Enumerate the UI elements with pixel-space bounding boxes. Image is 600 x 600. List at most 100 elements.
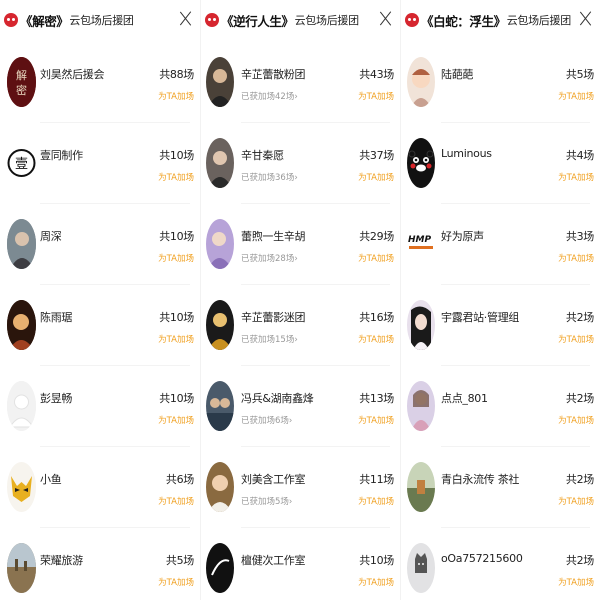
avatar[interactable] <box>7 300 36 350</box>
add-session-button[interactable]: 为TA加场 <box>158 414 194 426</box>
close-icon[interactable] <box>378 10 392 26</box>
avatar[interactable] <box>7 381 36 431</box>
panel-title: 《逆行人生》 <box>221 13 294 29</box>
add-session-button[interactable]: 为TA加场 <box>158 333 194 345</box>
add-session-button[interactable]: 为TA加场 <box>558 495 594 507</box>
panel-header: 《解密》 云包场后援团 <box>0 0 200 40</box>
list-item[interactable]: 檀健次工作室 共10场 为TA加场 <box>201 528 400 600</box>
supporter-name: 小鱼 <box>40 473 62 486</box>
group-photo-icon <box>206 381 234 431</box>
list-item[interactable]: 陆葩葩 共5场 为TA加场 <box>401 42 600 123</box>
add-session-button[interactable]: 为TA加场 <box>558 90 594 102</box>
avatar[interactable]: 壹 <box>7 138 36 188</box>
avatar[interactable] <box>407 300 435 350</box>
list-item[interactable]: 冯兵&湖南鑫烽 已获加场6场› 共13场 为TA加场 <box>201 366 400 447</box>
add-session-button[interactable]: 为TA加场 <box>358 171 394 183</box>
supporter-list: 解 密 刘昊然后援会 共88场 为TA加场 壹 壹同制作 共10场 为TA加场 <box>0 42 200 600</box>
list-item[interactable]: 辛甘秦愿 已获加场36场› 共37场 为TA加场 <box>201 123 400 204</box>
add-session-button[interactable]: 为TA加场 <box>558 333 594 345</box>
avatar[interactable] <box>206 381 234 431</box>
panel-title: 《白蛇：浮生》 <box>421 13 506 29</box>
person-photo-icon <box>206 219 234 269</box>
avatar[interactable] <box>206 219 234 269</box>
avatar[interactable] <box>206 138 234 188</box>
gained-sessions-link[interactable]: 已获加场36场› <box>241 171 298 183</box>
list-item[interactable]: 青白永流传 茶社 共2场 为TA加场 <box>401 447 600 528</box>
avatar[interactable]: 解 密 <box>7 57 36 107</box>
add-session-button[interactable]: 为TA加场 <box>358 252 394 264</box>
avatar[interactable] <box>407 57 435 107</box>
add-session-button[interactable]: 为TA加场 <box>358 90 394 102</box>
add-session-button[interactable]: 为TA加场 <box>558 576 594 588</box>
supporter-name: 好为原声 <box>441 230 484 243</box>
add-session-button[interactable]: 为TA加场 <box>158 171 194 183</box>
add-session-button[interactable]: 为TA加场 <box>358 495 394 507</box>
list-item[interactable]: 蕾煦一生辛胡 已获加场28场› 共29场 为TA加场 <box>201 204 400 285</box>
wolverine-mask-icon <box>7 462 36 512</box>
list-item[interactable]: 周深 共10场 为TA加场 <box>0 204 200 285</box>
panel-jiemi: 《解密》 云包场后援团 解 密 刘昊然后援会 共88场 为TA加场 壹 壹同制作… <box>0 0 200 600</box>
gained-sessions-link[interactable]: 已获加场5场› <box>241 495 292 507</box>
supporter-list: 辛芷蕾散粉团 已获加场42场› 共43场 为TA加场 辛甘秦愿 已获加场36场›… <box>201 42 400 600</box>
list-item[interactable]: 点点_801 共2场 为TA加场 <box>401 366 600 447</box>
person-photo-icon <box>407 300 435 350</box>
avatar[interactable] <box>7 462 36 512</box>
session-count: 共88场 <box>159 68 194 81</box>
session-count: 共13场 <box>359 392 394 405</box>
supporter-name: 刘昊然后援会 <box>40 68 105 81</box>
session-count: 共6场 <box>165 473 194 486</box>
close-icon[interactable] <box>178 10 192 26</box>
add-session-button[interactable]: 为TA加场 <box>158 495 194 507</box>
add-session-button[interactable]: 为TA加场 <box>358 576 394 588</box>
panel-baishe-fusheng: 《白蛇：浮生》 云包场后援团 陆葩葩 共5场 为TA加场 Luminous 共4… <box>400 0 600 600</box>
gained-sessions-link[interactable]: 已获加场28场› <box>241 252 298 264</box>
add-session-button[interactable]: 为TA加场 <box>158 576 194 588</box>
supporter-name: 陆葩葩 <box>441 68 474 81</box>
add-session-button[interactable]: 为TA加场 <box>358 333 394 345</box>
list-item[interactable]: 壹 壹同制作 共10场 为TA加场 <box>0 123 200 204</box>
avatar[interactable] <box>206 462 234 512</box>
session-count: 共29场 <box>359 230 394 243</box>
session-count: 共5场 <box>165 554 194 567</box>
list-item[interactable]: 宇露君站·管理组 共2场 为TA加场 <box>401 285 600 366</box>
avatar[interactable] <box>206 57 234 107</box>
svg-text:解: 解 <box>16 68 27 82</box>
gained-sessions-link[interactable]: 已获加场6场› <box>241 414 292 426</box>
gained-sessions-link[interactable]: 已获加场15场› <box>241 333 298 345</box>
avatar[interactable] <box>407 462 435 512</box>
session-count: 共2场 <box>565 311 594 324</box>
add-session-button[interactable]: 为TA加场 <box>358 414 394 426</box>
poster-icon: 解 密 <box>7 57 36 107</box>
close-icon[interactable] <box>578 10 592 26</box>
list-item[interactable]: 刘美含工作室 已获加场5场› 共11场 为TA加场 <box>201 447 400 528</box>
add-session-button[interactable]: 为TA加场 <box>158 90 194 102</box>
avatar[interactable] <box>7 219 36 269</box>
avatar[interactable] <box>407 543 435 593</box>
gained-sessions-link[interactable]: 已获加场42场› <box>241 90 298 102</box>
session-count: 共2场 <box>565 473 594 486</box>
supporter-name: 辛芷蕾影迷团 <box>241 311 306 324</box>
add-session-button[interactable]: 为TA加场 <box>558 171 594 183</box>
avatar[interactable] <box>206 543 234 593</box>
list-item[interactable]: 陈雨琚 共10场 为TA加场 <box>0 285 200 366</box>
avatar[interactable] <box>407 138 435 188</box>
list-item[interactable]: 辛芷蕾散粉团 已获加场42场› 共43场 为TA加场 <box>201 42 400 123</box>
list-item[interactable]: HMP 好为原声 共3场 为TA加场 <box>401 204 600 285</box>
session-count: 共37场 <box>359 149 394 162</box>
list-item[interactable]: 荣耀旅游 共5场 为TA加场 <box>0 528 200 600</box>
list-item[interactable]: oOa757215600 共2场 为TA加场 <box>401 528 600 600</box>
avatar[interactable] <box>7 543 36 593</box>
list-item[interactable]: 辛芷蕾影迷团 已获加场15场› 共16场 为TA加场 <box>201 285 400 366</box>
list-item[interactable]: 彭昱畅 共10场 为TA加场 <box>0 366 200 447</box>
add-session-button[interactable]: 为TA加场 <box>558 252 594 264</box>
list-item[interactable]: 解 密 刘昊然后援会 共88场 为TA加场 <box>0 42 200 123</box>
list-item[interactable]: Luminous 共4场 为TA加场 <box>401 123 600 204</box>
add-session-button[interactable]: 为TA加场 <box>558 414 594 426</box>
list-item[interactable]: 小鱼 共6场 为TA加场 <box>0 447 200 528</box>
supporter-name: 荣耀旅游 <box>40 554 83 567</box>
add-session-button[interactable]: 为TA加场 <box>158 252 194 264</box>
session-count: 共10场 <box>159 311 194 324</box>
avatar[interactable] <box>407 381 435 431</box>
avatar[interactable] <box>206 300 234 350</box>
avatar[interactable]: HMP <box>407 219 435 269</box>
